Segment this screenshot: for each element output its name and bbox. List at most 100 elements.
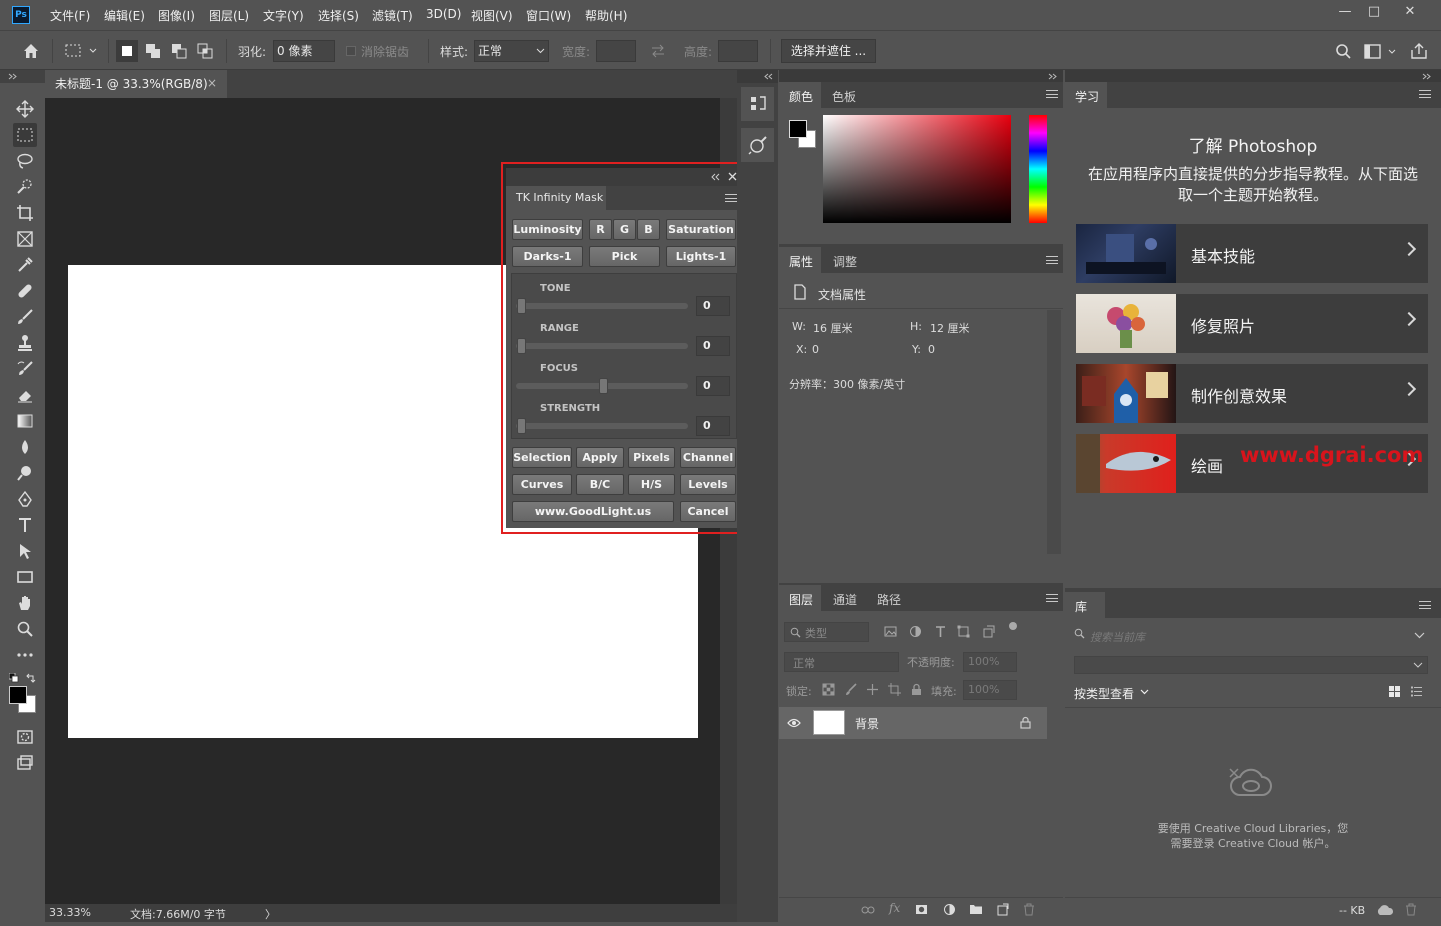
color-panel-menu-icon[interactable] xyxy=(1046,90,1058,98)
foreground-color-swatch[interactable] xyxy=(9,686,27,704)
menu-select[interactable]: 选择(S) xyxy=(318,7,359,24)
list-view-icon[interactable] xyxy=(1410,685,1423,698)
workspace-icon[interactable] xyxy=(1364,43,1398,60)
pen-tool-icon[interactable] xyxy=(13,487,37,511)
zoom-level[interactable]: 33.33% xyxy=(49,906,91,919)
channels-tab[interactable]: 通道 xyxy=(833,591,857,608)
delete-library-icon[interactable] xyxy=(1405,903,1417,916)
quick-mask-icon[interactable] xyxy=(13,725,37,749)
blur-tool-icon[interactable] xyxy=(13,435,37,459)
hue-slider[interactable] xyxy=(1029,115,1047,223)
paths-tab[interactable]: 路径 xyxy=(877,591,901,608)
search-icon[interactable] xyxy=(1335,43,1352,60)
home-icon[interactable] xyxy=(22,42,40,60)
close-window-button[interactable]: ✕ xyxy=(1396,2,1424,22)
photoshop-app-icon[interactable]: Ps xyxy=(12,6,30,24)
new-layer-icon[interactable] xyxy=(996,903,1009,916)
path-selection-tool-icon[interactable] xyxy=(13,539,37,563)
select-and-mask-button[interactable]: 选择并遮住 ... xyxy=(781,39,876,63)
adjustments-tab[interactable]: 调整 xyxy=(833,253,857,270)
view-by-type-dropdown[interactable]: 按类型查看 xyxy=(1074,685,1134,702)
lock-all-icon[interactable] xyxy=(910,683,923,696)
move-tool-icon[interactable] xyxy=(13,97,37,121)
type-tool-icon[interactable] xyxy=(13,513,37,537)
hand-tool-icon[interactable] xyxy=(13,591,37,615)
new-selection-icon[interactable] xyxy=(116,40,138,62)
share-icon[interactable] xyxy=(1410,42,1428,60)
document-tab[interactable]: 未标题-1 @ 33.3%(RGB/8) xyxy=(45,70,227,98)
rectangular-marquee-tool-icon[interactable] xyxy=(13,123,37,147)
color-fg-swatch[interactable] xyxy=(789,120,807,138)
grid-view-icon[interactable] xyxy=(1388,685,1401,698)
feather-input[interactable]: 0 像素 xyxy=(273,40,335,62)
opacity-input[interactable]: 100% xyxy=(963,652,1017,672)
link-layers-icon[interactable] xyxy=(861,904,875,916)
chevron-down-icon[interactable] xyxy=(1414,632,1425,639)
pixel-layer-filter-icon[interactable] xyxy=(884,625,897,638)
fill-input[interactable]: 100% xyxy=(963,680,1017,700)
marquee-preset-icon[interactable] xyxy=(64,43,98,59)
height-input[interactable] xyxy=(718,40,758,62)
swap-dimensions-icon[interactable] xyxy=(650,43,666,59)
delete-layer-icon[interactable] xyxy=(1023,903,1035,916)
layers-panel-menu-icon[interactable] xyxy=(1046,594,1058,602)
lock-artboard-icon[interactable] xyxy=(888,683,901,696)
cloud-sync-icon[interactable] xyxy=(1376,904,1394,917)
add-mask-icon[interactable] xyxy=(915,903,928,916)
learn-card-fix-photo[interactable]: 修复照片 xyxy=(1076,294,1428,353)
default-colors-icon[interactable] xyxy=(9,673,19,683)
menu-window[interactable]: 窗口(W) xyxy=(526,7,571,24)
screen-mode-icon[interactable] xyxy=(13,751,37,775)
minimize-button[interactable]: — xyxy=(1331,2,1359,22)
layer-filter-select[interactable]: 类型 xyxy=(784,622,869,642)
learn-card-creative-effects[interactable]: 制作创意效果 xyxy=(1076,364,1428,423)
clone-stamp-tool-icon[interactable] xyxy=(13,331,37,355)
width-input[interactable] xyxy=(596,40,636,62)
layer-thumbnail[interactable] xyxy=(813,710,845,735)
x-prop-value[interactable]: 0 xyxy=(812,343,819,356)
history-brush-tool-icon[interactable] xyxy=(13,357,37,381)
shape-layer-filter-icon[interactable] xyxy=(957,625,970,638)
document-tab-close-icon[interactable]: × xyxy=(207,76,217,90)
width-prop-value[interactable]: 16 厘米 xyxy=(813,320,853,336)
dock-collapse-bar[interactable] xyxy=(737,70,778,83)
add-to-selection-icon[interactable] xyxy=(142,40,164,62)
properties-panel-menu-icon[interactable] xyxy=(1046,256,1058,264)
brush-tool-icon[interactable] xyxy=(13,305,37,329)
filter-toggle-icon[interactable] xyxy=(1009,622,1017,630)
adjustment-layer-filter-icon[interactable] xyxy=(909,625,922,638)
blend-mode-select[interactable]: 正常 xyxy=(784,652,899,672)
menu-layer[interactable]: 图层(L) xyxy=(209,7,249,24)
menu-image[interactable]: 图像(I) xyxy=(158,7,195,24)
learn-panel-menu-icon[interactable] xyxy=(1419,90,1431,98)
lock-position-icon[interactable] xyxy=(866,683,879,696)
rectangle-tool-icon[interactable] xyxy=(13,565,37,589)
subtract-selection-icon[interactable] xyxy=(168,40,190,62)
properties-scrollbar[interactable] xyxy=(1047,310,1061,554)
gradient-tool-icon[interactable] xyxy=(13,409,37,433)
type-layer-filter-icon[interactable] xyxy=(934,625,947,638)
healing-brush-tool-icon[interactable] xyxy=(13,279,37,303)
layer-name[interactable]: 背景 xyxy=(855,715,879,732)
menu-help[interactable]: 帮助(H) xyxy=(585,7,627,24)
zoom-tool-icon[interactable] xyxy=(13,617,37,641)
dodge-tool-icon[interactable] xyxy=(13,461,37,485)
toolbar-collapse-bar[interactable] xyxy=(0,70,45,83)
library-panel-menu-icon[interactable] xyxy=(1419,601,1431,609)
eye-icon[interactable] xyxy=(787,717,801,729)
menu-file[interactable]: 文件(F) xyxy=(50,7,90,24)
menu-type[interactable]: 文字(Y) xyxy=(263,7,304,24)
swap-colors-icon[interactable] xyxy=(26,673,36,683)
maximize-button[interactable]: □ xyxy=(1360,2,1388,22)
library-select[interactable] xyxy=(1074,656,1428,674)
brush-settings-panel-icon[interactable] xyxy=(741,128,774,162)
learn-card-basic-skills[interactable]: 基本技能 xyxy=(1076,224,1428,283)
new-group-icon[interactable] xyxy=(969,903,983,915)
quick-selection-tool-icon[interactable] xyxy=(13,175,37,199)
menu-edit[interactable]: 编辑(E) xyxy=(104,7,145,24)
y-prop-value[interactable]: 0 xyxy=(928,343,935,356)
fx-icon[interactable]: fx xyxy=(889,901,900,915)
eyedropper-tool-icon[interactable] xyxy=(13,253,37,277)
history-panel-icon[interactable] xyxy=(741,87,774,121)
swatches-tab[interactable]: 色板 xyxy=(832,88,856,105)
